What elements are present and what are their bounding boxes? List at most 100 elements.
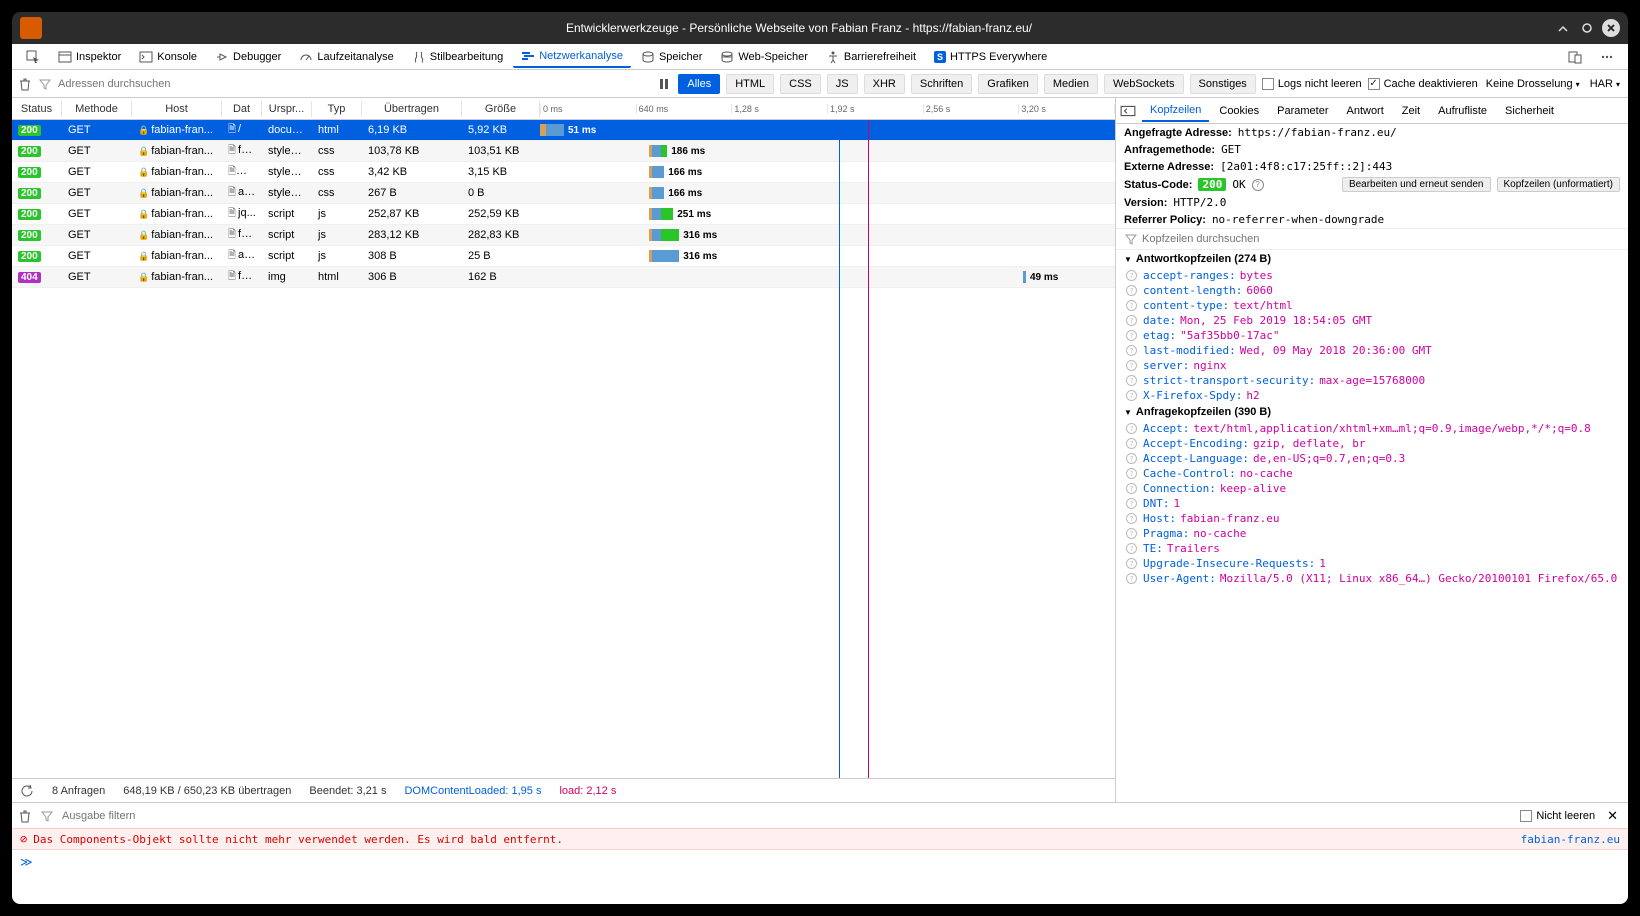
load-time: load: 2,12 s — [559, 785, 616, 797]
col-type[interactable]: Typ — [312, 101, 362, 117]
status-text-value: OK — [1232, 178, 1245, 191]
network-summary-bar: 8 Anfragen 648,19 KB / 650,23 KB übertra… — [12, 778, 1115, 802]
tab-debugger[interactable]: Debugger — [207, 47, 289, 67]
network-request-row[interactable]: 200GET🔒fabian-fran...🗎/documenthtml6,19 … — [12, 120, 1115, 141]
filter-images[interactable]: Grafiken — [978, 74, 1038, 94]
console-prompt[interactable]: ≫ — [12, 850, 1628, 874]
network-request-row[interactable]: 200GET🔒fabian-fran...🗎ap...stylesheetcss… — [12, 183, 1115, 204]
details-tab-timings[interactable]: Zeit — [1394, 101, 1428, 121]
tab-https-everywhere[interactable]: SHTTPS Everywhere — [926, 48, 1055, 66]
col-method[interactable]: Methode — [62, 101, 132, 117]
devtools-tabs: Inspektor Konsole Debugger Laufzeitanaly… — [12, 44, 1628, 70]
details-tab-params[interactable]: Parameter — [1269, 101, 1336, 121]
col-size[interactable]: Größe — [462, 101, 540, 117]
col-host[interactable]: Host — [132, 101, 222, 117]
edit-resend-button[interactable]: Bearbeiten und erneut senden — [1342, 177, 1491, 192]
persist-logs-checkbox[interactable]: Logs nicht leeren — [1262, 78, 1362, 90]
refresh-icon[interactable] — [20, 784, 34, 798]
network-request-row[interactable]: 200GET🔒fabian-fran...🗎jq...scriptjs252,8… — [12, 204, 1115, 225]
responsive-mode-button[interactable] — [1560, 47, 1590, 67]
method-value: GET — [1221, 143, 1241, 156]
tab-accessibility[interactable]: Barrierefreiheit — [818, 47, 924, 67]
har-menu[interactable]: HAR ▾ — [1588, 77, 1622, 91]
details-tab-response[interactable]: Antwort — [1338, 101, 1391, 121]
tab-console[interactable]: Konsole — [131, 47, 205, 67]
more-button[interactable] — [1592, 47, 1622, 67]
filter-css[interactable]: CSS — [780, 74, 821, 94]
header-item: ?server: nginx — [1116, 358, 1628, 373]
network-request-row[interactable]: 200GET🔒fabian-fran...🗎fo...scriptjs283,1… — [12, 225, 1115, 246]
network-request-row[interactable]: 200GET🔒fabian-fran...🗎ap...scriptjs308 B… — [12, 246, 1115, 267]
tab-storage[interactable]: Speicher — [633, 47, 710, 67]
header-item: ?Cache-Control: no-cache — [1116, 466, 1628, 481]
col-file[interactable]: Dat — [222, 101, 262, 117]
tab-web-storage[interactable]: Web-Speicher — [712, 47, 816, 67]
header-item: ?User-Agent: Mozilla/5.0 (X11; Linux x86… — [1116, 571, 1628, 586]
tab-performance[interactable]: Laufzeitanalyse — [291, 47, 401, 67]
console-toolbar: Nicht leeren ✕ — [12, 802, 1628, 828]
filter-all[interactable]: Alles — [678, 74, 720, 94]
console-close-button[interactable]: ✕ — [1603, 808, 1622, 824]
header-item: ?DNT: 1 — [1116, 496, 1628, 511]
header-item: ?X-Firefox-Spdy: h2 — [1116, 388, 1628, 403]
request-url-value: https://fabian-franz.eu/ — [1238, 126, 1397, 139]
prompt-chevron-icon: ≫ — [20, 855, 33, 869]
network-request-row[interactable]: 200GET🔒fabian-fran...🗎m...stylesheetcss3… — [12, 162, 1115, 183]
network-request-row[interactable]: 200GET🔒fabian-fran...🗎fo...stylesheetcss… — [12, 141, 1115, 162]
tab-inspector[interactable]: Inspektor — [50, 47, 129, 67]
col-cause[interactable]: Urspr... — [262, 101, 312, 117]
col-waterfall[interactable]: 0 ms640 ms1,28 s1,92 s2,56 s3,20 s — [540, 104, 1115, 114]
details-tab-headers[interactable]: Kopfzeilen — [1142, 100, 1209, 122]
minimize-button[interactable] — [1554, 19, 1572, 37]
tab-network[interactable]: Netzwerkanalyse — [513, 46, 631, 68]
filter-fonts[interactable]: Schriften — [911, 74, 972, 94]
clear-button[interactable] — [18, 77, 32, 91]
header-item: ?Accept: text/html,application/xhtml+xm…… — [1116, 421, 1628, 436]
firefox-icon — [20, 17, 42, 39]
request-url-label: Angefragte Adresse: — [1124, 127, 1232, 139]
details-body: Angefragte Adresse: https://fabian-franz.… — [1116, 124, 1628, 802]
filter-icon — [38, 77, 52, 91]
close-button[interactable] — [1602, 19, 1620, 37]
network-filterbar: Alles HTML CSS JS XHR Schriften Grafiken… — [12, 70, 1628, 98]
url-filter-input[interactable] — [58, 78, 238, 90]
headers-filter-input[interactable] — [1142, 233, 1620, 245]
window-titlebar: Entwicklerwerkzeuge - Persönliche Websei… — [12, 12, 1628, 44]
filter-js[interactable]: JS — [827, 74, 858, 94]
tab-style-editor[interactable]: Stilbearbeitung — [404, 47, 511, 67]
request-headers-section[interactable]: ▼Anfragekopfzeilen (390 B) — [1116, 403, 1628, 421]
header-item: ?content-type: text/html — [1116, 298, 1628, 313]
throttling-select[interactable]: Keine Drosselung ▾ — [1484, 77, 1582, 91]
console-persist-checkbox[interactable]: Nicht leeren — [1520, 810, 1595, 822]
response-headers-section[interactable]: ▼Antwortkopfzeilen (274 B) — [1116, 250, 1628, 268]
filter-other[interactable]: Sonstiges — [1190, 74, 1256, 94]
details-tab-stack[interactable]: Aufrufliste — [1430, 101, 1495, 121]
details-tab-cookies[interactable]: Cookies — [1211, 101, 1267, 121]
network-request-row[interactable]: 404GET🔒fabian-fran...🗎fa...imghtml306 B1… — [12, 267, 1115, 288]
header-item: ?Pragma: no-cache — [1116, 526, 1628, 541]
details-tabs: Kopfzeilen Cookies Parameter Antwort Zei… — [1116, 98, 1628, 124]
maximize-button[interactable] — [1578, 19, 1596, 37]
col-status[interactable]: Status — [12, 101, 62, 117]
disable-cache-checkbox[interactable]: Cache deaktivieren — [1368, 78, 1478, 90]
console-filter-input[interactable] — [62, 810, 1512, 822]
pause-button[interactable] — [656, 77, 672, 91]
status-info-icon[interactable]: ? — [1252, 179, 1264, 191]
method-label: Anfragemethode: — [1124, 144, 1215, 156]
request-count: 8 Anfragen — [52, 785, 105, 797]
details-tab-security[interactable]: Sicherheit — [1497, 101, 1562, 121]
pick-element-button[interactable] — [18, 47, 48, 67]
console-message-source[interactable]: fabian-franz.eu — [1521, 833, 1620, 846]
console-warning-message: ⊘ Das Components-Objekt sollte nicht meh… — [12, 828, 1628, 850]
filter-html[interactable]: HTML — [726, 74, 774, 94]
header-item: ?strict-transport-security: max-age=1576… — [1116, 373, 1628, 388]
col-transferred[interactable]: Übertragen — [362, 101, 462, 117]
filter-media[interactable]: Medien — [1044, 74, 1098, 94]
header-item: ?Host: fabian-franz.eu — [1116, 511, 1628, 526]
raw-headers-button[interactable]: Kopfzeilen (unformatiert) — [1497, 177, 1621, 192]
header-item: ?Upgrade-Insecure-Requests: 1 — [1116, 556, 1628, 571]
filter-ws[interactable]: WebSockets — [1104, 74, 1184, 94]
console-clear-button[interactable] — [18, 809, 32, 823]
details-back-button[interactable] — [1120, 103, 1136, 119]
filter-xhr[interactable]: XHR — [864, 74, 905, 94]
